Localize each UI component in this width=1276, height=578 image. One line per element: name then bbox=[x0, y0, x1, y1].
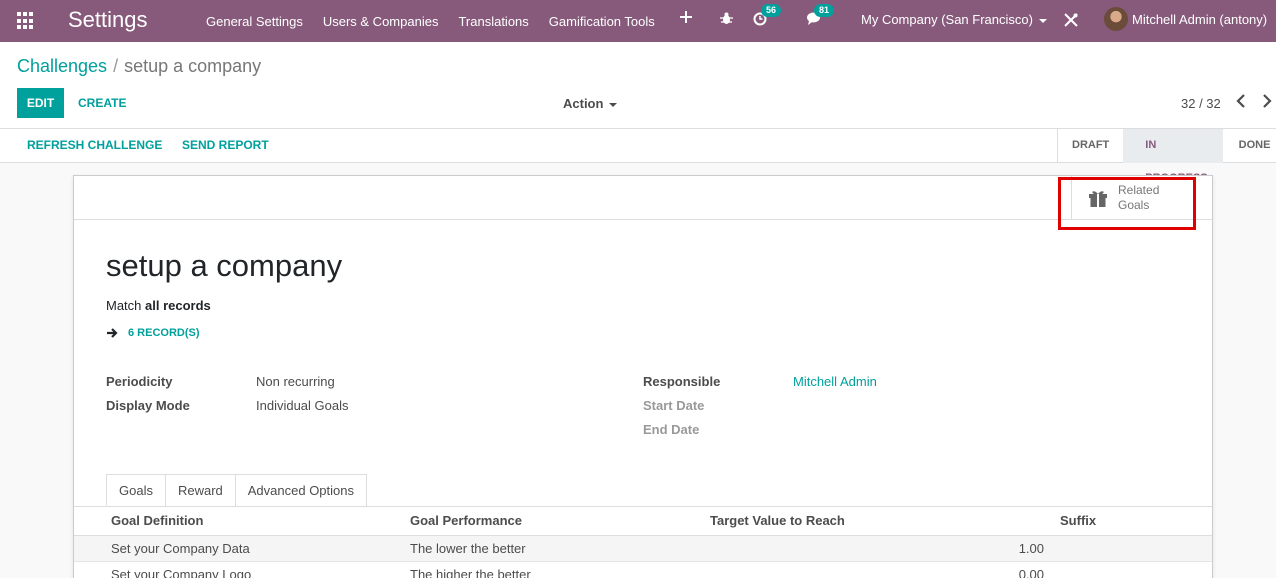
suffix-cell bbox=[1054, 561, 1212, 578]
target-value-cell: 0.00 bbox=[704, 561, 1054, 578]
messages-badge: 81 bbox=[814, 4, 835, 17]
periodicity-value: Non recurring bbox=[256, 374, 335, 389]
control-panel: Challenges / setup a company EDIT CREATE A… bbox=[0, 42, 1276, 129]
stage-bar: DRAFT IN PROGRESS DONE bbox=[1057, 129, 1276, 184]
tab-reward[interactable]: Reward bbox=[164, 474, 236, 506]
match-domain: all records bbox=[145, 298, 211, 313]
start-date-label: Start Date bbox=[643, 398, 705, 413]
top-menu: General Settings Users & Companies Trans… bbox=[196, 0, 665, 42]
display-mode-label: Display Mode bbox=[106, 398, 190, 413]
tab-advanced-options[interactable]: Advanced Options bbox=[234, 474, 367, 506]
related-goals-label-line1: Related bbox=[1118, 183, 1160, 197]
menu-users-companies[interactable]: Users & Companies bbox=[313, 14, 449, 29]
form-sheet: Related Goals setup a company Match all … bbox=[73, 175, 1213, 578]
pager-value[interactable]: 32 / 32 bbox=[1181, 96, 1221, 111]
bug-icon[interactable] bbox=[720, 12, 733, 25]
tools-icon[interactable] bbox=[1064, 13, 1078, 27]
records-link[interactable]: 6 RECORD(S) bbox=[106, 327, 200, 339]
menu-translations[interactable]: Translations bbox=[448, 14, 538, 29]
send-report-button[interactable]: SEND REPORT bbox=[182, 138, 269, 152]
related-goals-button[interactable]: Related Goals bbox=[1071, 176, 1191, 220]
responsible-label: Responsible bbox=[643, 374, 721, 389]
end-date-label: End Date bbox=[643, 422, 700, 437]
records-count: 6 RECORD(S) bbox=[128, 327, 200, 339]
responsible-value[interactable]: Mitchell Admin bbox=[793, 374, 877, 389]
app-brand[interactable]: Settings bbox=[68, 7, 148, 33]
goal-performance-cell: The lower the better bbox=[404, 535, 704, 562]
record-title: setup a company bbox=[106, 248, 343, 283]
table-header-row: Goal Definition Goal Performance Target … bbox=[74, 507, 1212, 536]
apps-grid-icon[interactable] bbox=[17, 12, 35, 30]
table-row[interactable]: Set your Company Data The lower the bett… bbox=[74, 535, 1212, 562]
table-row[interactable]: Set your Company Logo The higher the bet… bbox=[74, 561, 1212, 578]
match-text: Match all records bbox=[106, 298, 211, 313]
stage-done[interactable]: DONE bbox=[1223, 129, 1276, 163]
action-dropdown[interactable]: Action bbox=[563, 96, 618, 111]
col-goal-performance[interactable]: Goal Performance bbox=[404, 507, 704, 536]
chat-icon[interactable]: 81 bbox=[806, 4, 835, 25]
target-value-cell: 1.00 bbox=[704, 535, 1054, 562]
goals-table: Goal Definition Goal Performance Target … bbox=[74, 507, 1212, 578]
activity-clock-icon[interactable]: 56 bbox=[753, 4, 782, 26]
activities-badge: 56 bbox=[761, 4, 782, 17]
form-statusbar: REFRESH CHALLENGE SEND REPORT DRAFT IN P… bbox=[0, 129, 1276, 184]
user-avatar[interactable] bbox=[1104, 7, 1128, 31]
breadcrumb-current: setup a company bbox=[124, 56, 262, 76]
caret-down-icon bbox=[1038, 18, 1047, 23]
tab-goals[interactable]: Goals bbox=[106, 474, 166, 506]
stage-in-progress[interactable]: IN PROGRESS bbox=[1123, 129, 1223, 184]
pager-previous-icon[interactable] bbox=[1236, 94, 1250, 112]
goal-definition-cell: Set your Company Data bbox=[74, 535, 404, 562]
menu-gamification-tools[interactable]: Gamification Tools bbox=[539, 14, 665, 29]
breadcrumb-challenges[interactable]: Challenges bbox=[17, 56, 107, 76]
col-goal-definition[interactable]: Goal Definition bbox=[74, 507, 404, 536]
company-switcher[interactable]: My Company (San Francisco) bbox=[861, 12, 1047, 27]
periodicity-label: Periodicity bbox=[106, 374, 173, 389]
action-label: Action bbox=[563, 96, 604, 111]
display-mode-value: Individual Goals bbox=[256, 398, 349, 413]
caret-down-icon bbox=[609, 102, 618, 107]
gift-icon bbox=[1089, 191, 1107, 207]
goal-definition-cell: Set your Company Logo bbox=[74, 561, 404, 578]
suffix-cell bbox=[1054, 535, 1212, 562]
stage-draft[interactable]: DRAFT bbox=[1058, 129, 1123, 163]
arrow-right-icon bbox=[107, 328, 118, 338]
col-target-value[interactable]: Target Value to Reach bbox=[704, 507, 1054, 536]
related-goals-label-line2: Goals bbox=[1118, 198, 1150, 212]
notebook-tabs: Goals Reward Advanced Options bbox=[106, 474, 367, 506]
edit-button[interactable]: EDIT bbox=[17, 88, 64, 118]
match-prefix: Match bbox=[106, 298, 142, 313]
menu-general-settings[interactable]: General Settings bbox=[196, 14, 313, 29]
breadcrumb: Challenges / setup a company bbox=[17, 56, 261, 77]
pager-next-icon[interactable] bbox=[1262, 94, 1276, 112]
create-button[interactable]: CREATE bbox=[70, 88, 134, 118]
user-menu[interactable]: Mitchell Admin (antony) bbox=[1132, 12, 1267, 27]
smart-button-box: Related Goals bbox=[74, 176, 1212, 220]
plus-icon[interactable] bbox=[680, 11, 692, 23]
col-suffix[interactable]: Suffix bbox=[1054, 507, 1212, 536]
breadcrumb-separator: / bbox=[113, 56, 119, 76]
top-navbar: Settings General Settings Users & Compan… bbox=[0, 0, 1276, 42]
refresh-challenge-button[interactable]: REFRESH CHALLENGE bbox=[27, 138, 162, 152]
goal-performance-cell: The higher the better bbox=[404, 561, 704, 578]
company-name: My Company (San Francisco) bbox=[861, 12, 1033, 27]
